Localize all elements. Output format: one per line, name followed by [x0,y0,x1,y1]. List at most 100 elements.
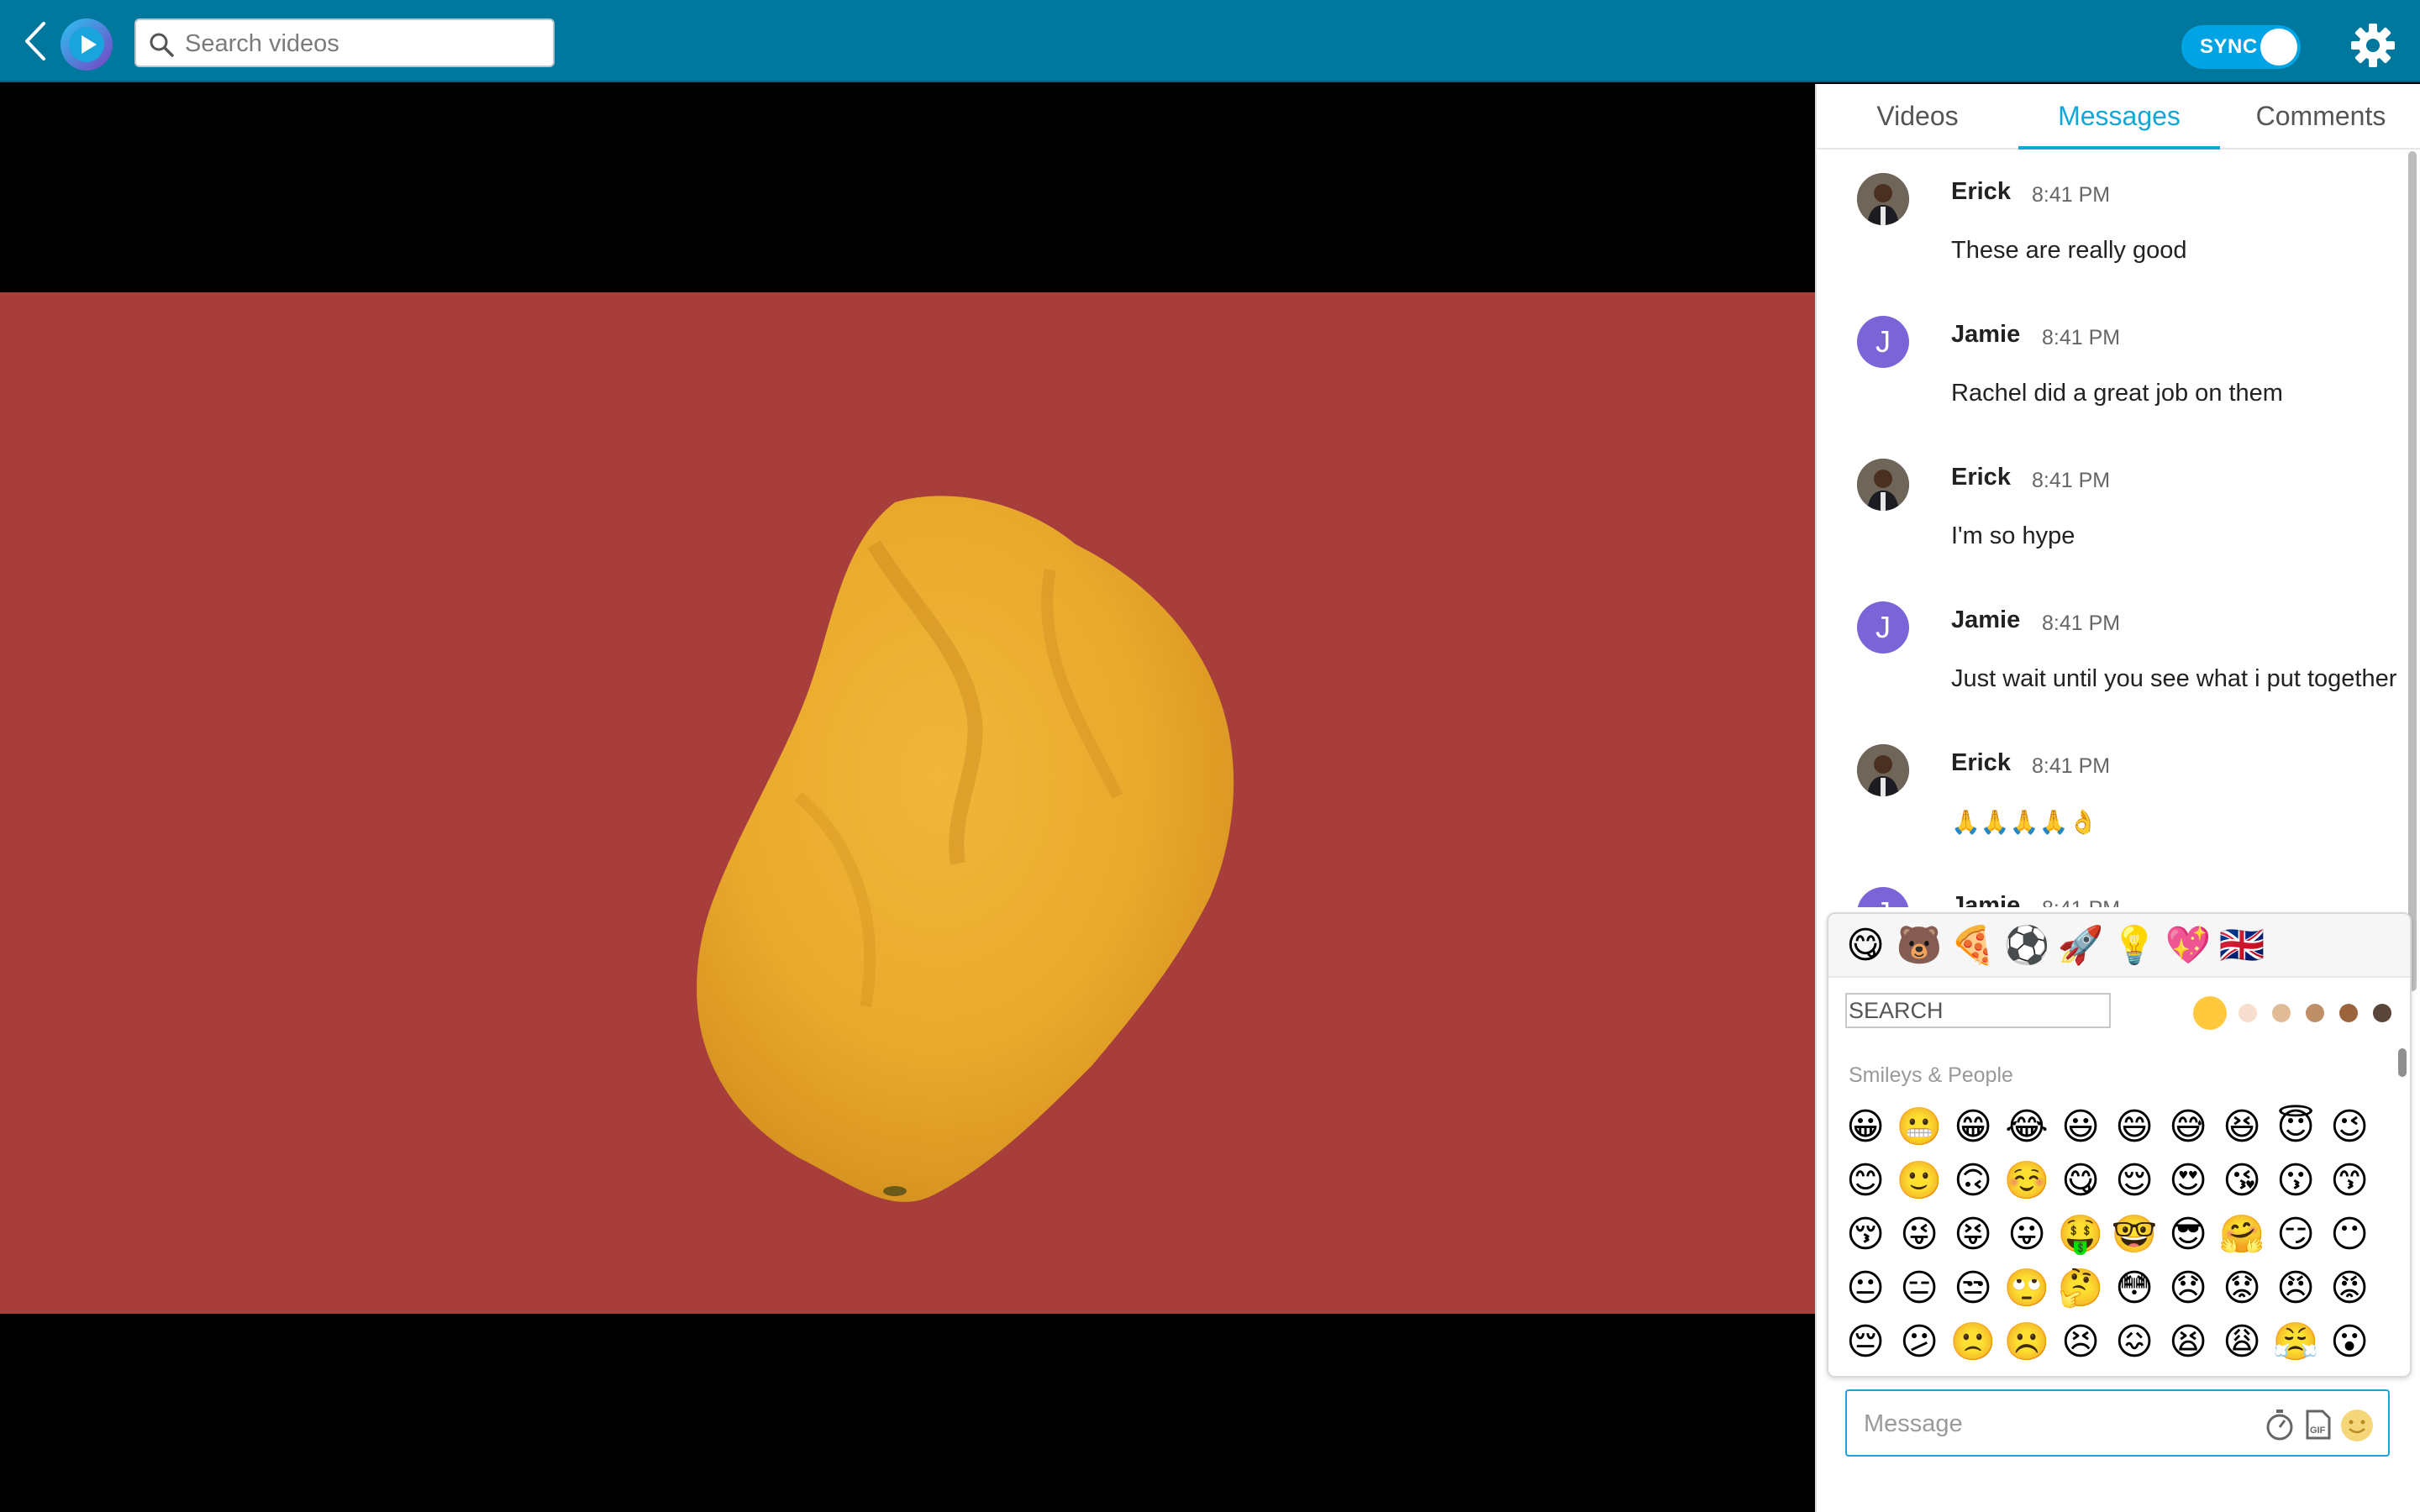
emoji-item[interactable]: 😤 [2272,1319,2319,1366]
svg-text:GIF: GIF [2310,1425,2326,1436]
search-box[interactable] [134,18,555,67]
skin-tone-medium-dark[interactable] [2339,1004,2358,1022]
skin-tone-medium-light[interactable] [2272,1004,2291,1022]
emoji-item[interactable]: 😜 [1896,1211,1943,1258]
active-tab-indicator [2018,146,2220,150]
message-list[interactable]: Erick 8:41 PM These are really good J Ja… [1817,151,2420,907]
emoji-item[interactable]: 🙁 [1949,1319,1996,1366]
category-activity-icon[interactable]: ⚽ [2003,924,2050,968]
emoji-item[interactable]: 😖 [2111,1319,2158,1366]
skin-tone-dark[interactable] [2373,1004,2391,1022]
emoji-item[interactable]: 😮 [2326,1319,2373,1366]
emoji-item[interactable]: 😏 [2272,1211,2319,1258]
emoji-item[interactable]: 🤓 [2111,1211,2158,1258]
emoji-item[interactable]: 😌 [2111,1158,2158,1205]
emoji-item[interactable]: 😔 [1842,1319,1889,1366]
settings-button[interactable] [2349,22,2396,69]
sync-toggle[interactable]: SYNC [2181,25,2301,69]
emoji-picker-scrollbar[interactable] [2398,1048,2407,1077]
skin-tone-default[interactable] [2193,996,2227,1030]
sync-label: SYNC [2200,35,2258,58]
search-input[interactable] [185,27,538,60]
emoji-item[interactable]: ☺️ [2003,1158,2050,1205]
emoji-item[interactable]: 😋 [2057,1158,2104,1205]
emoji-item[interactable]: 😆 [2218,1104,2265,1151]
top-bar: SYNC [0,0,2420,82]
tab-messages[interactable]: Messages [2018,84,2220,150]
message-time: 8:41 PM [2042,897,2120,907]
timer-icon[interactable] [2262,1408,2297,1443]
emoji-item[interactable]: 😶 [2326,1211,2373,1258]
emoji-item[interactable]: 😂 [2003,1104,2050,1151]
emoji-item[interactable]: 😡 [2326,1265,2373,1312]
emoji-item[interactable]: 😁 [1949,1104,1996,1151]
emoji-item[interactable]: 😝 [1949,1211,1996,1258]
emoji-icon[interactable] [2339,1408,2375,1443]
message-text: Rachel did a great job on them [1951,380,2283,407]
emoji-item[interactable]: 😚 [1842,1211,1889,1258]
message-item: J Jamie 8:41 PM Just wait until you see … [1817,580,2420,722]
message-item: Erick 8:41 PM I'm so hype [1817,437,2420,580]
gif-icon[interactable]: GIF [2301,1408,2336,1443]
emoji-item[interactable]: 😛 [2003,1211,2050,1258]
emoji-item[interactable]: 😎 [2165,1211,2212,1258]
message-author: Erick [1951,464,2011,491]
emoji-item[interactable]: 🙄 [2003,1265,2050,1312]
emoji-item[interactable]: 😒 [1949,1265,1996,1312]
emoji-item[interactable]: 😐 [1842,1265,1889,1312]
video-frame[interactable] [0,292,1815,1314]
app-logo [59,17,114,72]
emoji-item[interactable]: 😫 [2165,1319,2212,1366]
tab-videos[interactable]: Videos [1817,84,2018,150]
message-input[interactable] [1864,1404,2267,1443]
emoji-item[interactable]: 😇 [2272,1104,2319,1151]
emoji-item[interactable]: 😩 [2218,1319,2265,1366]
emoji-item[interactable]: 🙂 [1896,1158,1943,1205]
emoji-item[interactable]: 😉 [2326,1104,2373,1151]
category-objects-icon[interactable]: 💡 [2111,924,2158,968]
emoji-item[interactable]: 😀 [1842,1104,1889,1151]
message-item: J Jamie 8:41 PM Rachel did a great job o… [1817,294,2420,437]
emoji-item[interactable]: 😑 [1896,1265,1943,1312]
emoji-item[interactable]: 😊 [1842,1158,1889,1205]
emoji-item[interactable]: 😍 [2165,1158,2212,1205]
skin-tone-medium[interactable] [2306,1004,2324,1022]
emoji-item[interactable]: 😟 [2218,1265,2265,1312]
gear-icon [2351,24,2395,67]
message-scrollbar[interactable] [2408,151,2417,991]
emoji-item[interactable]: 😬 [1896,1104,1943,1151]
emoji-item[interactable]: 😣 [2057,1319,2104,1366]
emoji-item[interactable]: 😗 [2272,1158,2319,1205]
emoji-picker: 😋 🐻 🍕 ⚽ 🚀 💡 💖 🇬🇧 Smileys & People 😀😬😁😂😃😄… [1827,912,2412,1378]
avatar: J [1857,601,1909,654]
video-player[interactable] [0,84,1815,1512]
emoji-search-input[interactable] [1845,993,2111,1028]
emoji-item[interactable]: 😄 [2111,1104,2158,1151]
emoji-item[interactable]: 😠 [2272,1265,2319,1312]
emoji-item[interactable]: 🙃 [1949,1158,1996,1205]
category-animals-icon[interactable]: 🐻 [1896,924,1943,968]
emoji-item[interactable]: ☹️ [2003,1319,2050,1366]
message-author: Erick [1951,178,2011,205]
emoji-item[interactable]: 😃 [2057,1104,2104,1151]
message-author: Erick [1951,749,2011,776]
emoji-item[interactable]: 🤑 [2057,1211,2104,1258]
emoji-item[interactable]: 😕 [1896,1319,1943,1366]
emoji-item[interactable]: 🤔 [2057,1265,2104,1312]
category-travel-icon[interactable]: 🚀 [2057,924,2104,968]
category-smileys-icon[interactable]: 😋 [1842,924,1889,968]
emoji-item[interactable]: 😅 [2165,1104,2212,1151]
skin-tone-light[interactable] [2238,1004,2257,1022]
emoji-item[interactable]: 😘 [2218,1158,2265,1205]
tab-bar: Videos Messages Comments [1817,84,2420,150]
emoji-item[interactable]: 😳 [2111,1265,2158,1312]
avatar: J [1857,316,1909,368]
emoji-item[interactable]: 😞 [2165,1265,2212,1312]
category-symbols-icon[interactable]: 💖 [2165,924,2212,968]
emoji-item[interactable]: 😙 [2326,1158,2373,1205]
category-food-icon[interactable]: 🍕 [1949,924,1996,968]
emoji-item[interactable]: 🤗 [2218,1211,2265,1258]
back-button[interactable] [18,18,52,64]
tab-comments[interactable]: Comments [2220,84,2420,150]
category-flags-icon[interactable]: 🇬🇧 [2218,924,2265,968]
